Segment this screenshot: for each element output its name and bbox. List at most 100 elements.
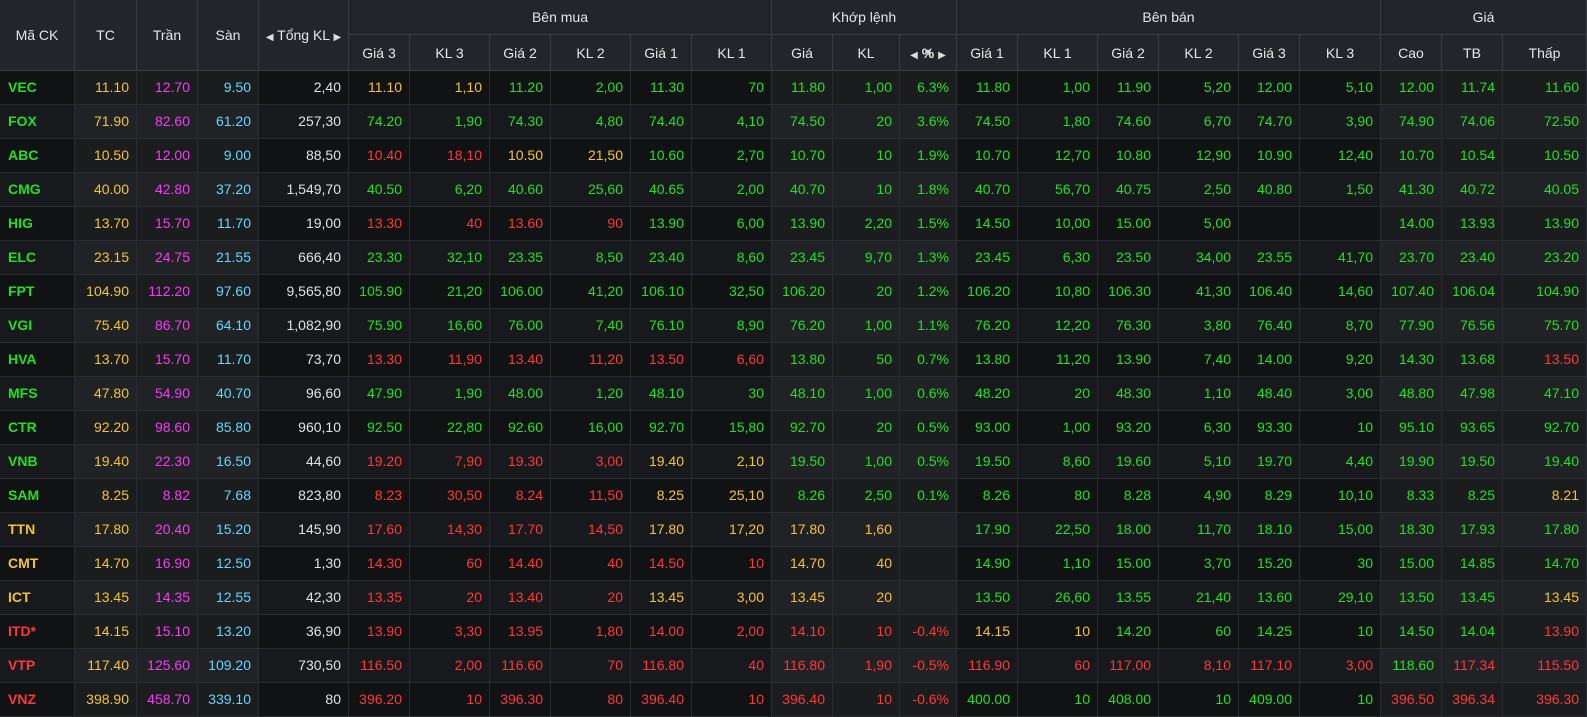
header-buy-kl2[interactable]: KL 2 — [551, 34, 631, 70]
triangle-right-icon[interactable]: ▶ — [333, 32, 341, 43]
header-buy-kl1[interactable]: KL 1 — [692, 34, 772, 70]
cell-tc: 13.70 — [75, 207, 137, 240]
cell-b-g2: 13.40 — [490, 343, 551, 376]
symbol-cell[interactable]: TTN — [0, 513, 75, 546]
header-match-kl[interactable]: KL — [833, 34, 900, 70]
cell-s-k3: 10 — [1300, 683, 1381, 716]
header-buy-gia2[interactable]: Giá 2 — [490, 34, 551, 70]
cell-thap: 92.70 — [1503, 411, 1587, 444]
cell-tb: 14.04 — [1442, 615, 1503, 648]
table-row[interactable]: CMT 14.70 16.90 12.50 1,30 14.30 60 14.40 40 14.5… — [0, 547, 1587, 581]
symbol-cell[interactable]: SAM — [0, 479, 75, 512]
cell-b-g2: 74.30 — [490, 105, 551, 138]
header-tb[interactable]: TB — [1442, 34, 1503, 70]
cell-b-g2: 14.40 — [490, 547, 551, 580]
table-row[interactable]: VTP 117.40 125.60 109.20 730,50 116.50 2,00 116… — [0, 649, 1587, 683]
cell-s-k2: 6,70 — [1159, 105, 1239, 138]
cell-s-g3: 18.10 — [1239, 513, 1300, 546]
cell-tong: 1,30 — [259, 547, 349, 580]
header-sell-kl3[interactable]: KL 3 — [1300, 34, 1381, 70]
cell-k-g: 8.26 — [772, 479, 833, 512]
table-row[interactable]: MFS 47.80 54.90 40.70 96,60 47.90 1,90 48.00 1,2… — [0, 377, 1587, 411]
table-row[interactable]: ITD* 14.15 15.10 13.20 36,90 13.90 3,30 13.95 1,… — [0, 615, 1587, 649]
cell-thap: 17.80 — [1503, 513, 1587, 546]
symbol-cell[interactable]: CMG — [0, 173, 75, 206]
header-match-gia[interactable]: Giá — [772, 34, 833, 70]
symbol-cell[interactable]: CTR — [0, 411, 75, 444]
cell-k-kl: 20 — [833, 411, 900, 444]
table-row[interactable]: ABC 10.50 12.00 9.00 88,50 10.40 18,10 10.50 21,… — [0, 139, 1587, 173]
cell-s-g1: 14.90 — [957, 547, 1018, 580]
symbol-cell[interactable]: ELC — [0, 241, 75, 274]
header-match-percent[interactable]: ◀ % ▶ ▼ — [900, 34, 957, 70]
cell-b-g1: 8.25 — [631, 479, 692, 512]
header-tong-kl[interactable]: ◀ Tổng KL ▶ — [259, 0, 349, 70]
cell-s-g2: 48.30 — [1098, 377, 1159, 410]
symbol-cell[interactable]: HIG — [0, 207, 75, 240]
cell-s-g2: 23.50 — [1098, 241, 1159, 274]
header-san[interactable]: Sàn — [198, 0, 259, 70]
table-row[interactable]: VNB 19.40 22.30 16.50 44,60 19.20 7,90 19.30 3,0… — [0, 445, 1587, 479]
table-row[interactable]: HIG 13.70 15.70 11.70 19,00 13.30 40 13.60 90 13.… — [0, 207, 1587, 241]
symbol-cell[interactable]: FPT — [0, 275, 75, 308]
cell-s-k1: 56,70 — [1018, 173, 1098, 206]
cell-s-k2: 11,70 — [1159, 513, 1239, 546]
cell-s-k2: 41,30 — [1159, 275, 1239, 308]
header-sell-kl1[interactable]: KL 1 — [1018, 34, 1098, 70]
table-row[interactable]: TTN 17.80 20.40 15.20 145,90 17.60 14,30 17.70 1… — [0, 513, 1587, 547]
symbol-cell[interactable]: MFS — [0, 377, 75, 410]
symbol-cell[interactable]: HVA — [0, 343, 75, 376]
table-row[interactable]: ELC 23.15 24.75 21.55 666,40 23.30 32,10 23.35 8… — [0, 241, 1587, 275]
cell-b-k2: 1,20 — [551, 377, 631, 410]
table-row[interactable]: ICT 13.45 14.35 12.55 42,30 13.35 20 13.40 20 13.… — [0, 581, 1587, 615]
header-buy-gia3[interactable]: Giá 3 — [349, 34, 410, 70]
symbol-cell[interactable]: ICT — [0, 581, 75, 614]
cell-b-g1: 13.90 — [631, 207, 692, 240]
cell-b-g3: 13.35 — [349, 581, 410, 614]
header-cao[interactable]: Cao — [1381, 34, 1442, 70]
cell-tran: 125.60 — [137, 649, 198, 682]
symbol-cell[interactable]: VGI — [0, 309, 75, 342]
symbol-cell[interactable]: VTP — [0, 649, 75, 682]
header-buy-kl3[interactable]: KL 3 — [410, 34, 490, 70]
header-thap[interactable]: Thấp — [1503, 34, 1587, 70]
table-header: Mã CK TC Trần Sàn ◀ Tổng KL ▶ Bên mua Kh… — [0, 0, 1587, 71]
symbol-cell[interactable]: ABC — [0, 139, 75, 172]
triangle-left-icon[interactable]: ◀ — [266, 32, 274, 43]
cell-tong: 145,90 — [259, 513, 349, 546]
symbol-cell[interactable]: FOX — [0, 105, 75, 138]
table-row[interactable]: CTR 92.20 98.60 85.80 960,10 92.50 22,80 92.60 1… — [0, 411, 1587, 445]
symbol-cell[interactable]: VNZ — [0, 683, 75, 716]
table-row[interactable]: VGI 75.40 86.70 64.10 1,082,90 75.90 16,60 76.0… — [0, 309, 1587, 343]
cell-b-g2: 8.24 — [490, 479, 551, 512]
header-buy-gia1[interactable]: Giá 1 — [631, 34, 692, 70]
table-row[interactable]: VNZ 398.90 458.70 339.10 80 396.20 10 396.30 80 3… — [0, 683, 1587, 717]
header-sell-gia3[interactable]: Giá 3 — [1239, 34, 1300, 70]
cell-s-g3: 74.70 — [1239, 105, 1300, 138]
header-tran[interactable]: Trần — [137, 0, 198, 70]
header-sell-gia1[interactable]: Giá 1 — [957, 34, 1018, 70]
cell-s-k1: 10,80 — [1018, 275, 1098, 308]
header-tc[interactable]: TC — [75, 0, 137, 70]
table-row[interactable]: VEC 11.10 12.70 9.50 2,40 11.10 1,10 11.20 2,00 1… — [0, 71, 1587, 105]
cell-thap: 13.50 — [1503, 343, 1587, 376]
cell-tb: 117.34 — [1442, 649, 1503, 682]
cell-tong: 1,549,70 — [259, 173, 349, 206]
symbol-cell[interactable]: VNB — [0, 445, 75, 478]
symbol-cell[interactable]: CMT — [0, 547, 75, 580]
table-row[interactable]: HVA 13.70 15.70 11.70 73,70 13.30 11,90 13.40 11… — [0, 343, 1587, 377]
table-row[interactable]: CMG 40.00 42.80 37.20 1,549,70 40.50 6,20 40.60… — [0, 173, 1587, 207]
table-row[interactable]: SAM 8.25 8.82 7.68 823,80 8.23 30,50 8.24 11,50 8… — [0, 479, 1587, 513]
symbol-cell[interactable]: ITD* — [0, 615, 75, 648]
header-sell-gia2[interactable]: Giá 2 — [1098, 34, 1159, 70]
symbol-cell[interactable]: VEC — [0, 71, 75, 104]
table-row[interactable]: FPT 104.90 112.20 97.60 9,565,80 105.90 21,20 1… — [0, 275, 1587, 309]
header-sell-kl2[interactable]: KL 2 — [1159, 34, 1239, 70]
cell-san: 7.68 — [198, 479, 259, 512]
triangle-right-icon[interactable]: ▶ — [938, 50, 946, 61]
header-ma-ck[interactable]: Mã CK — [0, 0, 75, 70]
table-row[interactable]: FOX 71.90 82.60 61.20 257,30 74.20 1,90 74.30 4,… — [0, 105, 1587, 139]
triangle-left-icon[interactable]: ◀ — [910, 50, 918, 61]
cell-s-g1: 106.20 — [957, 275, 1018, 308]
cell-k-kl: 10 — [833, 173, 900, 206]
